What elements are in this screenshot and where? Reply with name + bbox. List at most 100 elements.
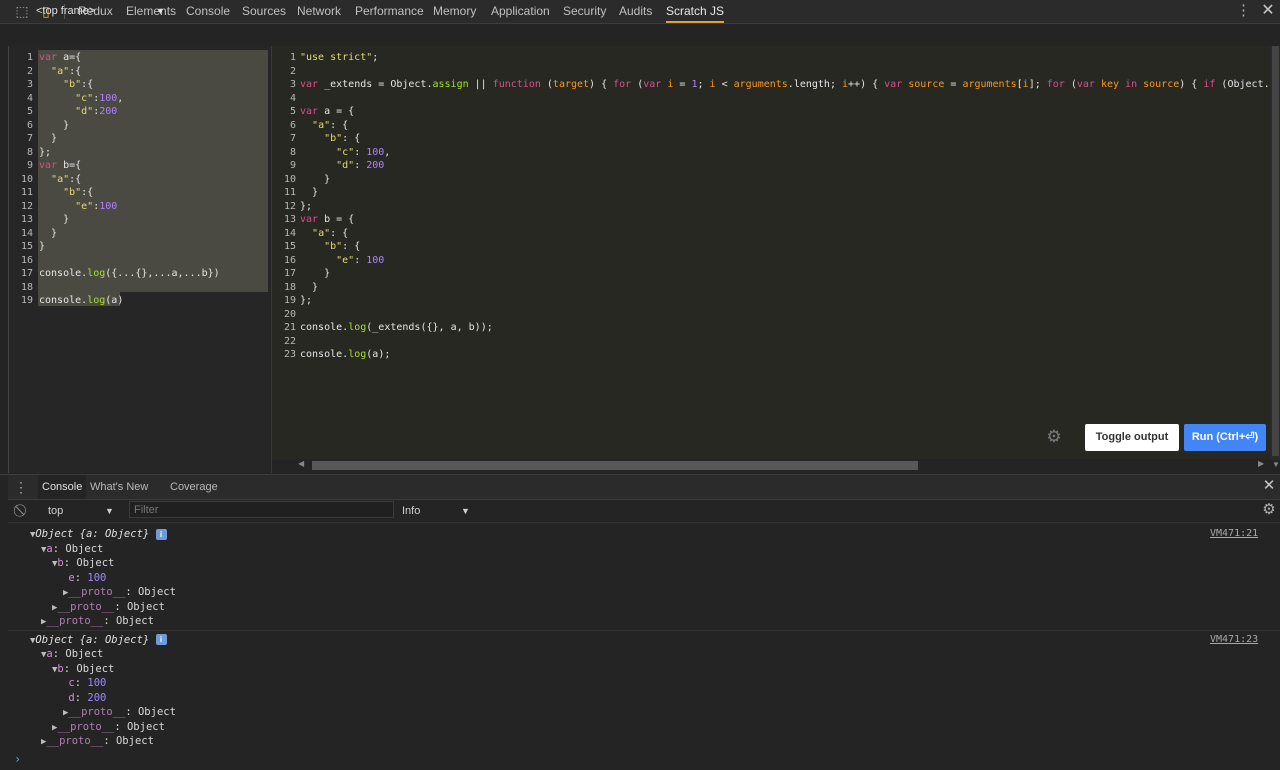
drawer-menu-icon[interactable]: ⋮ (14, 478, 28, 496)
tab-application[interactable]: Application (491, 0, 550, 23)
tab-audits[interactable]: Audits (619, 0, 652, 23)
more-menu-icon[interactable]: ⋮ (1236, 2, 1251, 20)
code-line: "use strict"; (300, 52, 379, 63)
code-line: } (300, 281, 319, 293)
info-icon: i (155, 634, 167, 645)
scroll-right-arrow-icon[interactable]: ▶ (1258, 459, 1264, 468)
line-number: 6 (26, 119, 33, 131)
line-number: 12 (20, 200, 33, 212)
log-level-arrow-icon[interactable]: ▼ (461, 503, 470, 519)
context-select-arrow-icon[interactable]: ▼ (105, 503, 114, 519)
drawer-tab-console[interactable]: Console (38, 475, 87, 499)
tab-security[interactable]: Security (563, 0, 606, 23)
run-button[interactable]: Run (Ctrl+⏎) (1184, 424, 1266, 451)
console-property-row[interactable]: ▼a: Object (41, 647, 103, 663)
property-key: __proto__ (46, 735, 104, 747)
line-number: 14 (20, 227, 33, 239)
console-property-row[interactable]: ▼b: Object (52, 556, 114, 572)
line-number: 17 (20, 268, 33, 279)
property-colon: : (52, 542, 66, 555)
code-line: }; (300, 200, 313, 212)
line-number: 8 (289, 146, 296, 158)
line-number: 14 (283, 227, 296, 239)
object-preview: Object {a: Object} (35, 633, 150, 646)
source-link[interactable]: VM471:21 (1210, 527, 1258, 542)
clear-console-icon[interactable]: ⃠ (15, 503, 30, 518)
tab-elements[interactable]: Elements (126, 0, 176, 23)
console-property-row[interactable]: ▼b: Object (52, 662, 114, 678)
tab-network[interactable]: Network (297, 0, 341, 23)
line-number: 18 (283, 281, 296, 293)
line-number: 13 (20, 214, 33, 225)
tab-scratch-js[interactable]: Scratch JS (666, 0, 725, 23)
vertical-scrollbar-thumb[interactable] (1272, 46, 1279, 456)
console-entry-divider (8, 630, 1280, 631)
console-property-row[interactable]: ▶__proto__: Object (52, 720, 165, 736)
console-prompt[interactable]: › (14, 752, 21, 766)
tab-sources[interactable]: Sources (242, 0, 286, 23)
line-number: 4 (289, 92, 296, 104)
close-drawer-icon[interactable]: ✕ (1262, 477, 1276, 495)
tab-console[interactable]: Console (186, 0, 230, 23)
code-line: "b": { (324, 133, 361, 144)
code-line: var a = { (300, 106, 355, 117)
line-number: 6 (289, 119, 296, 131)
line-number: 9 (26, 160, 33, 171)
property-colon: : (74, 691, 88, 704)
code-line: ​ (300, 308, 1268, 322)
info-icon: i (155, 528, 167, 540)
console-property-row[interactable]: ▼a: Object (41, 542, 103, 558)
property-colon: : (63, 662, 77, 675)
line-number: 16 (20, 254, 33, 266)
property-value: Object (137, 706, 176, 718)
property-key: __proto__ (57, 720, 115, 733)
console-property-row[interactable]: ▶__proto__: Object (52, 600, 165, 616)
code-line: "b": { (324, 241, 361, 252)
line-number: 15 (283, 241, 296, 252)
console-property-row[interactable]: ▶__proto__: Object (63, 705, 176, 721)
code-line: } (39, 227, 58, 239)
inspect-element-icon[interactable]: ⬚ (14, 3, 30, 19)
line-number: 11 (20, 187, 33, 198)
frame-select-arrow-icon[interactable]: ▼ (156, 0, 165, 22)
line-number: 13 (283, 214, 296, 225)
code-line: var _extends = Object.assign || function… (300, 79, 1268, 90)
tab-performance[interactable]: Performance (355, 0, 424, 23)
scroll-down-arrow-icon[interactable]: ▼ (1272, 460, 1280, 469)
property-value: Object (115, 735, 154, 747)
toggle-output-button[interactable]: Toggle output (1085, 424, 1179, 451)
source-link[interactable]: VM471:23 (1210, 633, 1258, 648)
close-devtools-icon[interactable]: ✕ (1260, 2, 1276, 20)
console-object-header[interactable]: ▼Object {a: Object} i (30, 527, 167, 543)
tab-memory[interactable]: Memory (433, 0, 476, 23)
line-number: 19 (20, 295, 33, 306)
frame-select[interactable]: <top frame> (36, 0, 95, 22)
source-editor[interactable]: 1 2 3 4 5 6 7 8 9 10 11 12 13 14 15 16 17 18 19 var a={ "a… (8, 46, 272, 473)
code-line: console.log(a) (39, 295, 124, 306)
line-number: 12 (283, 200, 296, 212)
console-filter-input[interactable] (129, 501, 394, 518)
line-number: 10 (283, 173, 296, 185)
code-line: "d":200 (75, 106, 118, 117)
compiled-code[interactable]: "use strict"; ​ var _extends = Object.assi… (300, 51, 1268, 362)
log-level-select[interactable]: Info (402, 503, 420, 519)
line-number: 1 (289, 52, 296, 63)
console-property-row[interactable]: ▶__proto__: Object (41, 614, 154, 630)
code-line: var a={ (39, 52, 82, 63)
console-property-row[interactable]: ▶__proto__: Object (41, 734, 154, 750)
source-code[interactable]: var a={ "a":{ "b":{ "c":100, "d":200 } }… (39, 51, 220, 308)
console-settings-gear-icon[interactable]: ⚙ (1261, 502, 1277, 518)
horizontal-scrollbar-thumb[interactable] (312, 461, 918, 470)
line-number: 5 (289, 106, 296, 117)
settings-gear-icon[interactable]: ⚙ (1045, 428, 1063, 446)
line-number: 17 (283, 268, 296, 279)
property-key: __proto__ (57, 600, 115, 613)
console-object-header[interactable]: ▼Object {a: Object} i (30, 633, 167, 649)
drawer-tab-coverage[interactable]: Coverage (170, 475, 218, 499)
drawer-tab-whats-new[interactable]: What's New (90, 475, 148, 499)
console-property-row[interactable]: ▶__proto__: Object (63, 585, 176, 601)
compiled-output-editor[interactable]: 1 2 3 4 5 6 7 8 9 10 11 12 13 14 15 16 17 18 19 20 21 22 23 "u… (272, 46, 1270, 460)
context-select[interactable]: top (48, 503, 63, 519)
code-line: } (39, 214, 70, 225)
scroll-left-arrow-icon[interactable]: ◀ (298, 459, 304, 468)
